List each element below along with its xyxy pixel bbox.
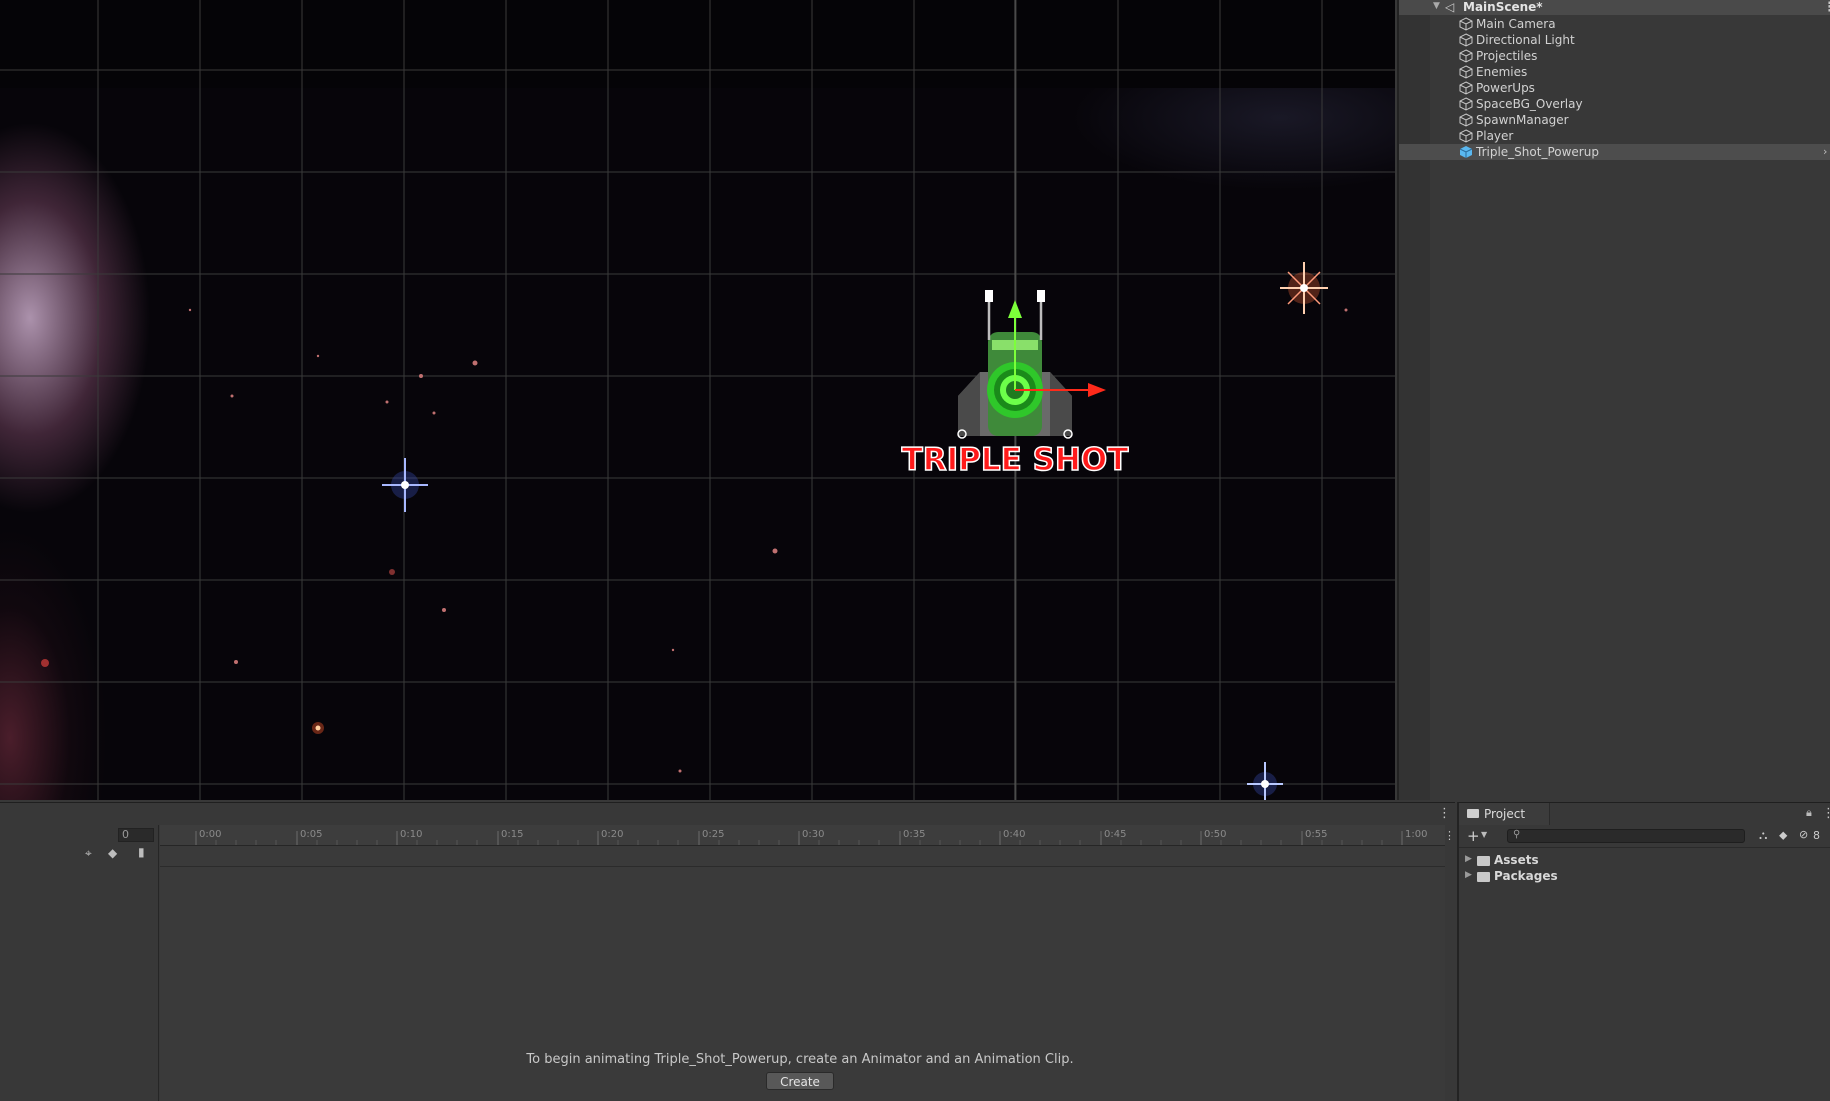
bright-star-small <box>312 722 324 734</box>
hierarchy-item-main-camera[interactable]: Main Camera <box>1399 16 1830 32</box>
folder-icon <box>1477 856 1490 866</box>
event-marker-icon[interactable]: ▮ <box>138 845 145 859</box>
bright-star-bottom <box>1247 762 1283 800</box>
folder-label: Assets <box>1494 853 1539 867</box>
frame-field[interactable]: 0 <box>118 828 154 842</box>
bright-star-orange <box>1280 262 1328 314</box>
gameobject-cube-icon <box>1459 97 1473 111</box>
scene-grid <box>0 0 1395 800</box>
hierarchy-item-label: Enemies <box>1476 65 1528 79</box>
hierarchy-item-label: Triple_Shot_Powerup <box>1476 145 1599 159</box>
prefab-cube-icon <box>1459 146 1473 158</box>
hierarchy-item-player[interactable]: Player <box>1399 128 1830 144</box>
hierarchy-item-enemies[interactable]: Enemies <box>1399 64 1830 80</box>
hierarchy-item-triple-shot-powerup[interactable]: Triple_Shot_Powerup › <box>1399 144 1830 160</box>
folder-icon <box>1477 872 1490 882</box>
gameobject-cube-icon <box>1459 65 1473 79</box>
gameobject-cube-icon <box>1459 33 1473 47</box>
chevron-down-icon[interactable]: ▼ <box>1481 830 1487 839</box>
search-icon: ⚲ <box>1513 829 1521 840</box>
tab-project-label: Project <box>1484 807 1526 821</box>
time-tick-label: 0:50 <box>1204 829 1227 840</box>
chevron-right-icon[interactable]: ▶ <box>1465 854 1472 864</box>
powerup-text: TRIPLE SHOT <box>902 442 1129 478</box>
hierarchy-item-directional-light[interactable]: Directional Light <box>1399 32 1830 48</box>
time-tick-label: 0:25 <box>702 829 725 840</box>
begin-animating-message: To begin animating Triple_Shot_Powerup, … <box>526 1052 1074 1067</box>
chevron-down-icon[interactable]: ▼ <box>1433 1 1440 11</box>
time-tick-label: 0:10 <box>400 829 423 840</box>
hierarchy-item-label: SpawnManager <box>1476 113 1569 127</box>
folder-label: Packages <box>1494 869 1558 883</box>
time-tick-label: 1:00 <box>1405 829 1428 840</box>
project-folder-packages[interactable]: ▶ Packages <box>1459 869 1830 885</box>
kebab-menu-icon[interactable]: ⋮ <box>1823 1 1830 14</box>
time-tick-label: 0:45 <box>1104 829 1127 840</box>
time-tick-label: 0:30 <box>802 829 825 840</box>
scene-canvas: TRIPLE SHOT <box>0 0 1395 800</box>
kebab-menu-icon[interactable]: ⋮ <box>1438 807 1451 820</box>
hierarchy-item-label: Directional Light <box>1476 33 1575 47</box>
timeline-ruler[interactable]: 0:00 0:05 0:10 0:15 0:20 0:25 0:30 0:35 … <box>160 825 1445 846</box>
add-event-icon[interactable]: ◆ <box>108 846 117 860</box>
star-field <box>41 308 1348 773</box>
gameobject-cube-icon <box>1459 113 1473 127</box>
project-folder-assets[interactable]: ▶ Assets <box>1459 853 1830 869</box>
hierarchy-item-label: SpaceBG_Overlay <box>1476 97 1583 111</box>
scene-view[interactable]: TRIPLE SHOT <box>0 0 1395 800</box>
gameobject-cube-icon <box>1459 17 1473 31</box>
create-button[interactable]: Create <box>766 1072 834 1090</box>
time-tick-label: 0:55 <box>1305 829 1328 840</box>
hierarchy-item-projectiles[interactable]: Projectiles <box>1399 48 1830 64</box>
gameobject-cube-icon <box>1459 81 1473 95</box>
time-tick-label: 0:35 <box>903 829 926 840</box>
keyframe-row[interactable] <box>160 846 1445 867</box>
kebab-menu-icon[interactable]: ⋮ <box>1444 829 1455 842</box>
search-by-type-icon[interactable]: ⛬ <box>1759 828 1767 843</box>
hierarchy-item-spacebg-overlay[interactable]: SpaceBG_Overlay <box>1399 96 1830 112</box>
project-panel[interactable]: Project 🔒︎ ⋮ + ▼ ⚲ ⛬ ⬥ ⊘ 8 ▶ Assets ▶ Pa… <box>1457 802 1830 1101</box>
hierarchy-item-label: PowerUps <box>1476 81 1535 95</box>
search-input[interactable]: ⚲ <box>1507 829 1745 843</box>
hidden-packages-count: 8 <box>1813 829 1820 842</box>
lock-icon[interactable]: 🔒︎ <box>1806 806 1812 820</box>
time-tick-label: 0:05 <box>300 829 323 840</box>
hierarchy-item-label: Main Camera <box>1476 17 1556 31</box>
animation-panel[interactable]: ⋮ 0 ⌖ ◆ ▮ 0:00 0:05 0:10 0:15 0:20 0:25 … <box>0 802 1455 1101</box>
hierarchy-item-label: Player <box>1476 129 1514 143</box>
hidden-packages-icon[interactable]: ⊘ <box>1799 828 1808 841</box>
hierarchy-item-label: Projectiles <box>1476 49 1538 63</box>
hierarchy-item-spawnmanager[interactable]: SpawnManager <box>1399 112 1830 128</box>
animation-toolbar: ⋮ <box>0 803 1455 825</box>
gameobject-cube-icon <box>1459 49 1473 63</box>
hierarchy-panel[interactable]: ▼ ◁ MainScene* ⋮ Main Camera Directional… <box>1397 0 1830 800</box>
gameobject-cube-icon <box>1459 129 1473 143</box>
add-keyframe-icon[interactable]: ⌖ <box>85 846 92 861</box>
project-toolbar: + ▼ ⚲ ⛬ ⬥ ⊘ 8 <box>1459 825 1830 848</box>
label-tag-icon[interactable]: ⬥ <box>1779 828 1787 843</box>
chevron-right-icon[interactable]: ▶ <box>1465 870 1472 880</box>
chevron-right-icon[interactable]: › <box>1823 145 1827 158</box>
time-tick-label: 0:15 <box>501 829 524 840</box>
time-tick-label: 0:40 <box>1003 829 1026 840</box>
tab-project[interactable]: Project <box>1459 803 1550 825</box>
bright-star-blue <box>382 458 428 512</box>
folder-icon <box>1467 809 1479 818</box>
hierarchy-item-powerups[interactable]: PowerUps <box>1399 80 1830 96</box>
time-tick-label: 0:00 <box>199 829 222 840</box>
kebab-menu-icon[interactable]: ⋮ <box>1822 807 1830 820</box>
hierarchy-scene-row[interactable]: ▼ ◁ MainScene* ⋮ <box>1399 0 1830 15</box>
time-tick-label: 0:20 <box>601 829 624 840</box>
add-icon[interactable]: + <box>1467 827 1480 845</box>
unity-scene-icon: ◁ <box>1445 0 1455 14</box>
scene-name: MainScene* <box>1463 0 1543 14</box>
